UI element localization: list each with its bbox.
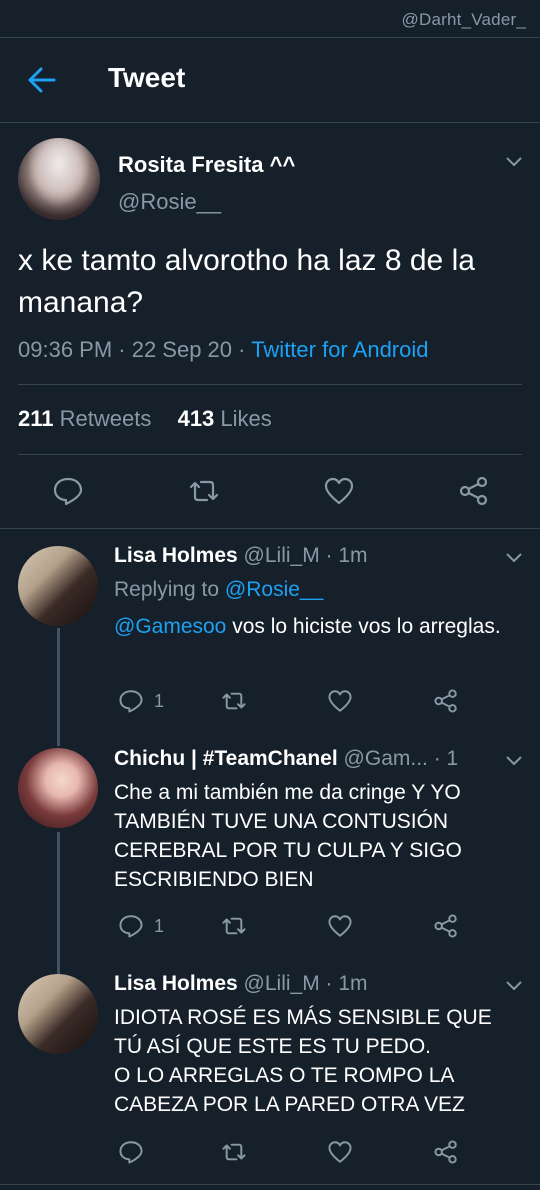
header: Tweet [0,38,540,122]
reply-author-name[interactable]: Lisa Holmes [114,544,238,567]
reply-icon[interactable] [52,475,84,507]
meta-divider [18,384,522,385]
chevron-down-icon[interactable] [504,551,524,563]
chevron-down-icon[interactable] [504,979,524,991]
tweet-stats: 211 Retweets 413 Likes [18,406,272,432]
reply-icon[interactable] [118,688,144,714]
reply-text: Che a mi también me da cringe Y YO TAMBI… [114,781,462,891]
chevron-down-icon[interactable] [504,155,524,167]
tweet-meta: 09:36 PM · 22 Sep 20 · Twitter for Andro… [18,337,429,363]
retweet-icon[interactable] [188,475,220,507]
chevron-down-icon[interactable] [504,754,524,766]
reply-icon[interactable] [118,913,144,939]
avatar[interactable] [18,138,100,220]
tweet-text: x ke tamto alvorotho ha laz 8 de la mana… [18,244,475,319]
like-icon[interactable] [323,475,355,507]
reply-text: IDIOTA ROSÉ ES MÁS SENSIBLE QUE TÚ ASÍ Q… [114,1006,492,1116]
reply-handle-time[interactable]: @Lili_M · 1m [238,544,368,567]
tweet-bottom-divider [0,528,540,529]
reply-count: 1 [154,916,165,936]
thread-line [57,628,60,746]
bottom-divider [0,1184,540,1185]
arrow-left-icon[interactable] [26,66,58,94]
likes-stat[interactable]: 413 Likes [178,406,272,431]
reply-handle-time[interactable]: @Gam... · 1m [338,747,459,770]
header-divider [0,122,540,123]
retweet-icon[interactable] [221,688,247,714]
tweet-source-link[interactable]: Twitter for Android [251,337,428,362]
reply-text: @Gamesoo vos lo hiciste vos lo arreglas. [114,615,501,638]
tweet-time: 09:36 PM · 22 Sep 20 · [18,337,252,362]
reply-handle-time[interactable]: @Lili_M · 1m [238,972,368,995]
page-title: Tweet [108,62,186,93]
retweet-icon[interactable] [221,1139,247,1165]
retweet-icon[interactable] [221,913,247,939]
reply-count: 1 [154,691,165,711]
like-icon[interactable] [327,913,353,939]
avatar[interactable] [18,546,98,626]
reply-header: Lisa Holmes @Lili_M · 1m [114,972,368,996]
avatar[interactable] [18,748,98,828]
share-icon[interactable] [433,688,459,714]
like-icon[interactable] [327,688,353,714]
reply-author-name[interactable]: Chichu | #TeamChanel [114,747,338,770]
share-icon[interactable] [433,913,459,939]
retweets-stat[interactable]: 211 Retweets [18,406,151,431]
share-icon[interactable] [458,475,490,507]
replying-to-link[interactable]: @Rosie__ [225,578,323,601]
stats-divider [18,454,522,455]
author-handle[interactable]: @Rosie__ [118,189,221,215]
mention-link[interactable]: @Gamesoo [114,615,226,638]
reply-header: Lisa Holmes @Lili_M · 1m [114,544,368,568]
watermark-text: @Darht_Vader_ [401,10,526,29]
share-icon[interactable] [433,1139,459,1165]
avatar[interactable] [18,974,98,1054]
author-name[interactable]: Rosita Fresita ^^ [118,152,295,178]
reply-icon[interactable] [118,1139,144,1165]
reply-author-name[interactable]: Lisa Holmes [114,972,238,995]
like-icon[interactable] [327,1139,353,1165]
thread-line [57,832,60,974]
replying-to: Replying to @Rosie__ [114,578,324,601]
reply-header: Chichu | #TeamChanel @Gam... · 1m [114,747,459,771]
